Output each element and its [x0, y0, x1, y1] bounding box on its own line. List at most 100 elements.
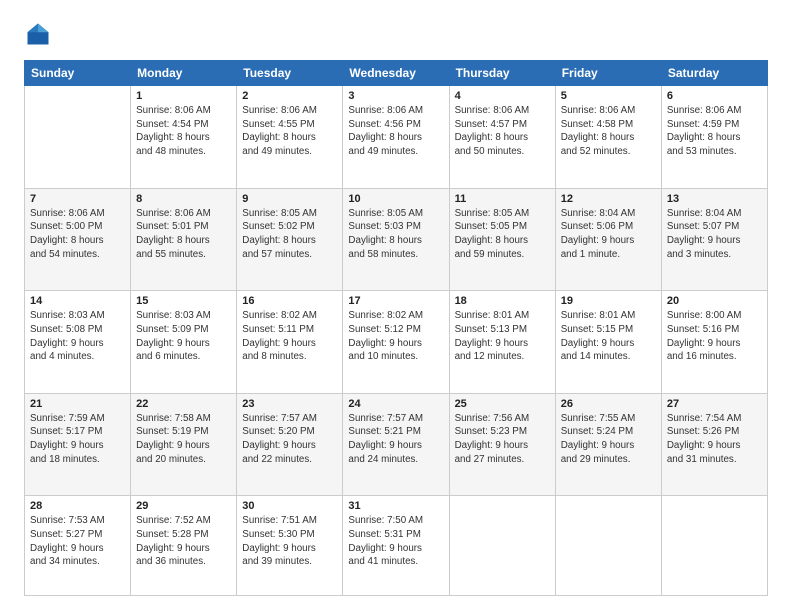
day-info: Sunrise: 8:06 AM Sunset: 4:57 PM Dayligh… [455, 104, 550, 159]
calendar-cell: 31Sunrise: 7:50 AM Sunset: 5:31 PM Dayli… [343, 496, 449, 596]
calendar-cell: 15 Sunrise: 8:03 AM Sunset: 5:09 PM Dayli… [131, 291, 237, 394]
day-info: Sunrise: 7:56 AM Sunset: 5:23 PM Dayligh… [455, 412, 550, 467]
calendar-cell: 2 Sunrise: 8:06 AM Sunset: 4:55 PM Daylig… [237, 86, 343, 189]
week-row-4: 21 Sunrise: 7:59 AM Sunset: 5:17 PM Dayli… [25, 393, 768, 496]
day-number: 17 [348, 295, 443, 307]
day-info: Sunrise: 7:57 AM Sunset: 5:21 PM Dayligh… [348, 412, 443, 467]
calendar-cell: 3Sunrise: 8:06 AM Sunset: 4:56 PM Daylig… [343, 86, 449, 189]
calendar-cell [555, 496, 661, 596]
day-number: 14 [30, 295, 125, 307]
day-number: 18 [455, 295, 550, 307]
day-number: 4 [455, 90, 550, 102]
day-number: 25 [455, 398, 550, 410]
day-number: 12 [561, 193, 656, 205]
day-info: Sunrise: 8:06 AM Sunset: 4:59 PM Dayligh… [667, 104, 762, 159]
calendar-cell: 20Sunrise: 8:00 AM Sunset: 5:16 PM Dayli… [661, 291, 767, 394]
weekday-header-tuesday: Tuesday [237, 61, 343, 86]
calendar-cell: 7 Sunrise: 8:06 AM Sunset: 5:00 PM Daylig… [25, 188, 131, 291]
day-info: Sunrise: 7:52 AM Sunset: 5:28 PM Dayligh… [136, 514, 231, 569]
day-number: 10 [348, 193, 443, 205]
day-number: 13 [667, 193, 762, 205]
day-info: Sunrise: 8:04 AM Sunset: 5:06 PM Dayligh… [561, 207, 656, 262]
day-info: Sunrise: 8:05 AM Sunset: 5:03 PM Dayligh… [348, 207, 443, 262]
day-number: 1 [136, 90, 231, 102]
calendar-cell: 17 Sunrise: 8:02 AM Sunset: 5:12 PM Dayli… [343, 291, 449, 394]
calendar-cell: 14 Sunrise: 8:03 AM Sunset: 5:08 PM Dayli… [25, 291, 131, 394]
day-number: 2 [242, 90, 337, 102]
calendar-table: SundayMondayTuesdayWednesdayThursdayFrid… [24, 60, 768, 596]
day-number: 15 [136, 295, 231, 307]
day-info: Sunrise: 8:02 AM Sunset: 5:11 PM Dayligh… [242, 309, 337, 364]
calendar-cell: 12 Sunrise: 8:04 AM Sunset: 5:06 PM Dayli… [555, 188, 661, 291]
day-info: Sunrise: 8:06 AM Sunset: 5:01 PM Dayligh… [136, 207, 231, 262]
weekday-header-saturday: Saturday [661, 61, 767, 86]
day-info: Sunrise: 8:06 AM Sunset: 5:00 PM Dayligh… [30, 207, 125, 262]
day-info: Sunrise: 8:04 AM Sunset: 5:07 PM Dayligh… [667, 207, 762, 262]
day-number: 26 [561, 398, 656, 410]
week-row-3: 14 Sunrise: 8:03 AM Sunset: 5:08 PM Dayli… [25, 291, 768, 394]
day-info: Sunrise: 8:01 AM Sunset: 5:13 PM Dayligh… [455, 309, 550, 364]
day-info: Sunrise: 8:03 AM Sunset: 5:08 PM Dayligh… [30, 309, 125, 364]
day-info: Sunrise: 8:03 AM Sunset: 5:09 PM Dayligh… [136, 309, 231, 364]
calendar-cell: 1 Sunrise: 8:06 AM Sunset: 4:54 PM Daylig… [131, 86, 237, 189]
calendar-cell: 9 Sunrise: 8:05 AM Sunset: 5:02 PM Daylig… [237, 188, 343, 291]
weekday-header-friday: Friday [555, 61, 661, 86]
day-info: Sunrise: 8:02 AM Sunset: 5:12 PM Dayligh… [348, 309, 443, 364]
calendar-cell: 10 Sunrise: 8:05 AM Sunset: 5:03 PM Dayli… [343, 188, 449, 291]
calendar-cell: 21 Sunrise: 7:59 AM Sunset: 5:17 PM Dayli… [25, 393, 131, 496]
week-row-2: 7 Sunrise: 8:06 AM Sunset: 5:00 PM Daylig… [25, 188, 768, 291]
day-info: Sunrise: 7:54 AM Sunset: 5:26 PM Dayligh… [667, 412, 762, 467]
calendar-cell: 30Sunrise: 7:51 AM Sunset: 5:30 PM Dayli… [237, 496, 343, 596]
calendar-cell: 29 Sunrise: 7:52 AM Sunset: 5:28 PM Dayli… [131, 496, 237, 596]
calendar-page: SundayMondayTuesdayWednesdayThursdayFrid… [0, 0, 792, 612]
day-info: Sunrise: 8:05 AM Sunset: 5:05 PM Dayligh… [455, 207, 550, 262]
week-row-1: 1 Sunrise: 8:06 AM Sunset: 4:54 PM Daylig… [25, 86, 768, 189]
calendar-cell: 24 Sunrise: 7:57 AM Sunset: 5:21 PM Dayli… [343, 393, 449, 496]
day-info: Sunrise: 8:06 AM Sunset: 4:54 PM Dayligh… [136, 104, 231, 159]
calendar-cell: 16 Sunrise: 8:02 AM Sunset: 5:11 PM Dayli… [237, 291, 343, 394]
day-info: Sunrise: 7:59 AM Sunset: 5:17 PM Dayligh… [30, 412, 125, 467]
day-number: 6 [667, 90, 762, 102]
weekday-header-row: SundayMondayTuesdayWednesdayThursdayFrid… [25, 61, 768, 86]
calendar-cell: 19 Sunrise: 8:01 AM Sunset: 5:15 PM Dayli… [555, 291, 661, 394]
day-info: Sunrise: 7:58 AM Sunset: 5:19 PM Dayligh… [136, 412, 231, 467]
calendar-cell [449, 496, 555, 596]
day-info: Sunrise: 8:01 AM Sunset: 5:15 PM Dayligh… [561, 309, 656, 364]
weekday-header-wednesday: Wednesday [343, 61, 449, 86]
day-number: 31 [348, 500, 443, 512]
day-number: 16 [242, 295, 337, 307]
calendar-cell: 27 Sunrise: 7:54 AM Sunset: 5:26 PM Dayli… [661, 393, 767, 496]
day-info: Sunrise: 8:06 AM Sunset: 4:58 PM Dayligh… [561, 104, 656, 159]
calendar-cell: 4 Sunrise: 8:06 AM Sunset: 4:57 PM Daylig… [449, 86, 555, 189]
day-number: 7 [30, 193, 125, 205]
day-number: 19 [561, 295, 656, 307]
day-number: 8 [136, 193, 231, 205]
header [24, 20, 768, 48]
calendar-cell: 18 Sunrise: 8:01 AM Sunset: 5:13 PM Dayli… [449, 291, 555, 394]
week-row-5: 28 Sunrise: 7:53 AM Sunset: 5:27 PM Dayli… [25, 496, 768, 596]
calendar-cell: 8 Sunrise: 8:06 AM Sunset: 5:01 PM Daylig… [131, 188, 237, 291]
day-number: 3 [348, 90, 443, 102]
day-info: Sunrise: 7:55 AM Sunset: 5:24 PM Dayligh… [561, 412, 656, 467]
weekday-header-monday: Monday [131, 61, 237, 86]
day-number: 28 [30, 500, 125, 512]
day-info: Sunrise: 7:57 AM Sunset: 5:20 PM Dayligh… [242, 412, 337, 467]
day-info: Sunrise: 7:53 AM Sunset: 5:27 PM Dayligh… [30, 514, 125, 569]
logo [24, 20, 58, 48]
weekday-header-sunday: Sunday [25, 61, 131, 86]
calendar-cell: 23 Sunrise: 7:57 AM Sunset: 5:20 PM Dayli… [237, 393, 343, 496]
day-number: 9 [242, 193, 337, 205]
day-number: 27 [667, 398, 762, 410]
day-number: 29 [136, 500, 231, 512]
day-number: 23 [242, 398, 337, 410]
calendar-cell: 22Sunrise: 7:58 AM Sunset: 5:19 PM Dayli… [131, 393, 237, 496]
day-number: 24 [348, 398, 443, 410]
calendar-cell: 26 Sunrise: 7:55 AM Sunset: 5:24 PM Dayli… [555, 393, 661, 496]
day-number: 21 [30, 398, 125, 410]
calendar-cell: 11 Sunrise: 8:05 AM Sunset: 5:05 PM Dayli… [449, 188, 555, 291]
calendar-cell: 5Sunrise: 8:06 AM Sunset: 4:58 PM Daylig… [555, 86, 661, 189]
day-info: Sunrise: 8:06 AM Sunset: 4:55 PM Dayligh… [242, 104, 337, 159]
day-info: Sunrise: 8:05 AM Sunset: 5:02 PM Dayligh… [242, 207, 337, 262]
logo-icon [24, 20, 52, 48]
day-number: 11 [455, 193, 550, 205]
